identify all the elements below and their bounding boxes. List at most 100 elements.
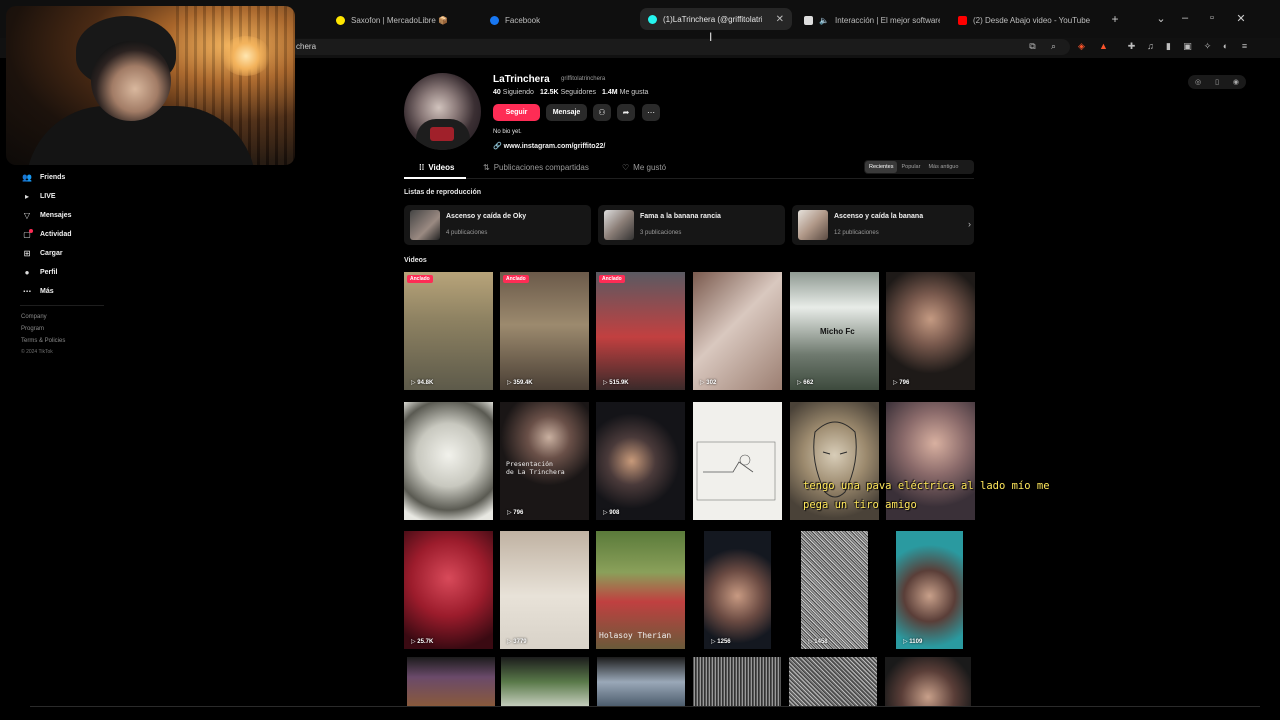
subtitle-line-1: tengo una pava eléctrica al lado mío me: [803, 480, 1050, 492]
tab-facebook[interactable]: Facebook: [490, 9, 540, 31]
brave-rewards-icon[interactable]: ▲: [1098, 41, 1109, 52]
video-card[interactable]: ▷ 1458: [801, 531, 868, 649]
nav-label: Perfil: [40, 268, 58, 276]
webcam-lamp: [221, 36, 271, 76]
profile-link[interactable]: 🔗 www.instagram.com/griffito22/: [493, 142, 605, 150]
nav-divider: [20, 305, 104, 306]
video-card[interactable]: [693, 657, 781, 707]
nav-profile[interactable]: ● Perfil: [22, 265, 58, 279]
video-card[interactable]: ▷ 25.7K: [404, 531, 493, 649]
followers-stat[interactable]: 12.5K Seguidores: [540, 89, 596, 96]
tab-title: Facebook: [505, 15, 541, 25]
close-tab-icon[interactable]: ✕: [776, 14, 784, 25]
message-button[interactable]: Mensaje: [546, 104, 587, 121]
video-card[interactable]: ▷ 1256: [704, 531, 771, 649]
subtitle-line-2: pega un tiro amigo: [803, 499, 917, 511]
upload-icon: ⊞: [23, 248, 31, 258]
zoom-icon[interactable]: ⌕: [1048, 41, 1059, 52]
footer-terms-link[interactable]: Terms & Policies: [21, 338, 65, 344]
tab-title: Saxofon | MercadoLibre 📦: [351, 15, 448, 25]
video-card[interactable]: [501, 657, 589, 707]
tab-reposts[interactable]: ⇅ Publicaciones compartidas: [483, 163, 589, 172]
tab-youtube[interactable]: (2) Desde Abajo video - YouTube: [958, 9, 1098, 31]
nav-live[interactable]: ▸ LIVE: [22, 189, 56, 203]
mercadolibre-favicon-icon: [336, 15, 345, 25]
footer-copyright: © 2024 TikTok: [21, 349, 53, 355]
pinned-badge: Anclado: [407, 275, 433, 283]
nav-label: Friends: [40, 173, 66, 181]
tab-videos[interactable]: ⁞⁞ Videos: [419, 163, 454, 172]
video-card[interactable]: [597, 657, 685, 707]
wallet-icon[interactable]: ▣: [1182, 41, 1193, 52]
phone-icon[interactable]: ▯: [1215, 78, 1219, 86]
vpn-icon[interactable]: ◐: [1220, 41, 1231, 52]
coin-icon[interactable]: ◎: [1195, 78, 1201, 86]
maximize-icon[interactable]: ▫: [1205, 12, 1219, 24]
extensions-icon[interactable]: ✚: [1126, 41, 1137, 52]
video-card[interactable]: ▷ 3779: [500, 531, 589, 649]
link-icon: 🔗: [493, 143, 502, 150]
leo-ai-icon[interactable]: ✧: [1202, 41, 1213, 52]
webcam-overlay: [6, 6, 295, 165]
video-card[interactable]: ▷ 908: [596, 402, 685, 520]
tab-search-chevron-icon[interactable]: ⌄: [1154, 12, 1168, 25]
video-card[interactable]: [407, 657, 495, 707]
video-card[interactable]: Presentación de La Trinchera ▷ 796: [500, 402, 589, 520]
video-card[interactable]: ▷ 302: [693, 272, 782, 390]
tab-tiktok-active[interactable]: (1)LaTrinchera (@griffitolatrinc ✕: [640, 8, 792, 30]
share-icon[interactable]: ➦: [617, 104, 635, 121]
video-card[interactable]: Holasoy Therian: [596, 531, 685, 649]
tab-interaccion[interactable]: 🔈 Interacción | El mejor software d: [804, 9, 940, 31]
video-card[interactable]: Anclado ▷ 515.9K: [596, 272, 685, 390]
more-options-icon[interactable]: ⋯: [642, 104, 660, 121]
new-tab-button[interactable]: +: [1108, 12, 1122, 26]
address-bar[interactable]: chera: [290, 39, 1070, 55]
profile-handle: griffitolatrinchera: [561, 76, 606, 82]
video-card[interactable]: [885, 657, 971, 707]
grid-icon: ⁞⁞: [419, 163, 425, 172]
brave-shield-icon[interactable]: ◈: [1076, 41, 1087, 52]
playlist-card[interactable]: Ascenso y caída la banana 12 publicacion…: [792, 205, 974, 245]
video-card[interactable]: [789, 657, 877, 707]
sort-popular[interactable]: Popular: [897, 161, 924, 173]
open-external-icon[interactable]: ⧉: [1027, 41, 1038, 52]
nav-friends[interactable]: 👥 Friends: [22, 170, 65, 184]
menu-icon[interactable]: ≡: [1239, 41, 1250, 52]
video-card[interactable]: ▷ 796: [886, 272, 975, 390]
video-card[interactable]: Micho Fc ▷ 662: [790, 272, 879, 390]
minimize-icon[interactable]: –: [1178, 12, 1192, 24]
media-icon[interactable]: ♫: [1145, 41, 1156, 52]
footer-program-link[interactable]: Program: [21, 326, 44, 332]
nav-activity[interactable]: ▢ Actividad: [22, 227, 72, 241]
sort-oldest[interactable]: Más antiguo: [924, 161, 962, 173]
followers-count: 12.5K: [539, 89, 559, 96]
video-card[interactable]: Anclado ▷ 94.8K: [404, 272, 493, 390]
video-card[interactable]: ▷ 1109: [896, 531, 963, 649]
nav-more[interactable]: ⋯ Más: [22, 284, 54, 298]
sort-recent[interactable]: Recientes: [865, 161, 898, 173]
playlist-card[interactable]: Ascenso y caída de Oky 4 publicaciones: [404, 205, 591, 245]
sidebar-icon[interactable]: ▮: [1163, 41, 1174, 52]
nav-upload[interactable]: ⊞ Cargar: [22, 246, 63, 260]
tab-mercadolibre[interactable]: Saxofon | MercadoLibre 📦: [336, 9, 448, 31]
nav-label: Cargar: [40, 249, 63, 257]
window-close-icon[interactable]: ✕: [1234, 12, 1248, 25]
follow-button[interactable]: Seguir: [493, 104, 540, 121]
following-label: Siguiendo: [502, 89, 534, 96]
video-views: ▷ 25.7K: [411, 639, 434, 645]
footer-company-link[interactable]: Company: [21, 314, 47, 320]
nav-messages[interactable]: ▽ Mensajes: [22, 208, 72, 222]
tab-liked[interactable]: ♡ Me gustó: [622, 163, 666, 172]
video-card[interactable]: Anclado ▷ 359.4K: [500, 272, 589, 390]
video-card[interactable]: [693, 402, 782, 520]
playlist-card[interactable]: Fama a la banana rancia 3 publicaciones: [598, 205, 785, 245]
playlist-title: Ascenso y caída la banana: [834, 213, 924, 220]
video-caption: Presentación de La Trinchera: [506, 460, 565, 476]
following-stat[interactable]: 40 Siguiendo: [493, 89, 534, 96]
chevron-right-icon[interactable]: ›: [968, 219, 971, 229]
video-card[interactable]: [404, 402, 493, 520]
add-friend-icon[interactable]: ⚇: [593, 104, 611, 121]
playlists-heading: Listas de reproducción: [404, 189, 482, 196]
user-avatar-icon[interactable]: ◉: [1233, 78, 1239, 86]
nav-label: Mensajes: [40, 211, 72, 219]
